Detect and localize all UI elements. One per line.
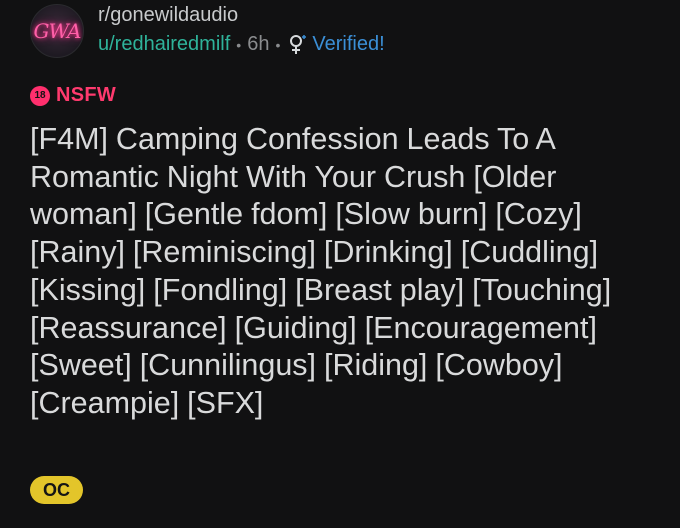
post-meta: u/redhairedmilf • 6h • Verified! [98,33,385,56]
meta-separator: • [236,36,242,53]
female-symbol-icon [288,34,308,56]
post-flair-badge[interactable]: OC [30,476,83,504]
meta-separator: • [275,36,281,53]
subreddit-link[interactable]: r/gonewildaudio [98,4,238,27]
nsfw-18-icon: 18 [30,85,50,106]
nsfw-tag: 18 NSFW [30,84,116,107]
subreddit-avatar[interactable]: GWA [30,4,84,58]
post-card[interactable]: GWA r/gonewildaudio u/redhairedmilf • 6h… [0,0,680,528]
avatar-logo-text: GWA [33,19,82,43]
post-age: 6h [247,33,270,55]
nsfw-label: NSFW [56,84,117,106]
verified-flair[interactable]: Verified! [312,33,384,56]
author-link[interactable]: u/redhairedmilf [98,33,230,56]
post-title[interactable]: [F4M] Camping Confession Leads To A Roma… [30,121,660,423]
